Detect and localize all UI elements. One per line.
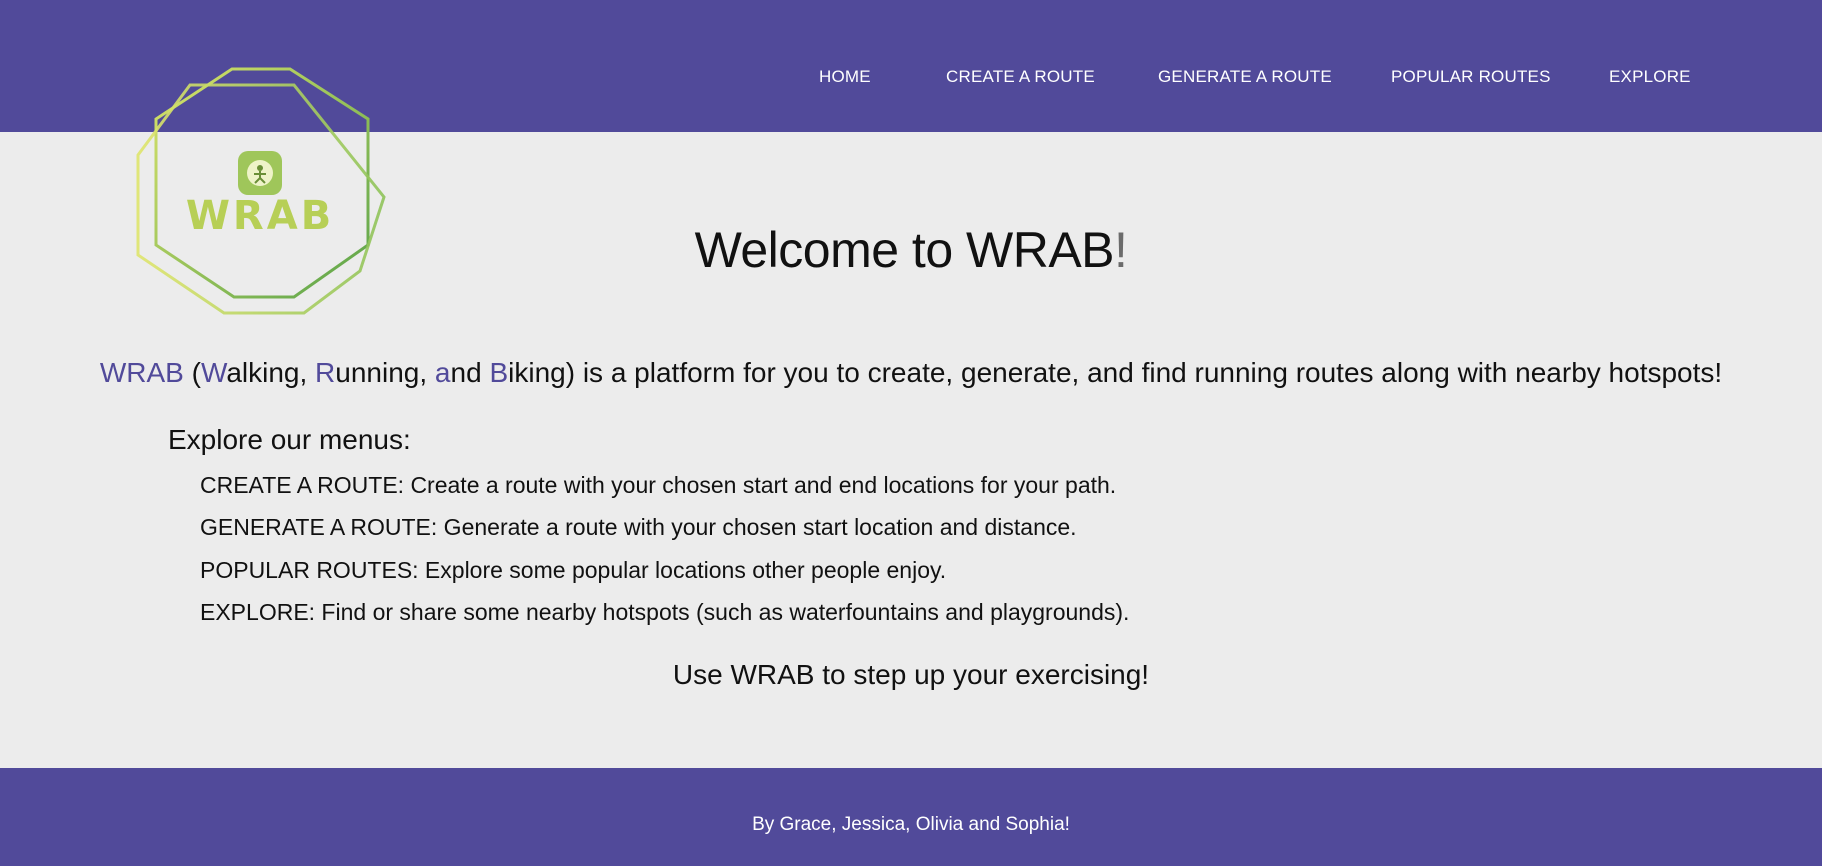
page-title: Welcome to WRAB! bbox=[0, 220, 1822, 280]
intro-letter-b: B bbox=[489, 357, 509, 388]
menu-description-create: CREATE A ROUTE: Create a route with your… bbox=[200, 472, 1117, 498]
menu-description-popular: POPULAR ROUTES: Explore some popular loc… bbox=[200, 557, 947, 583]
footer-credits: By Grace, Jessica, Olivia and Sophia! bbox=[752, 814, 1070, 835]
intro-text: alking, bbox=[226, 357, 316, 388]
nav-explore[interactable]: EXPLORE bbox=[1609, 67, 1691, 87]
intro-text: is a platform for you to create, generat… bbox=[575, 357, 1723, 388]
nav-generate-route[interactable]: GENERATE A ROUTE bbox=[1158, 67, 1332, 87]
menu-description-explore: EXPLORE: Find or share some nearby hotsp… bbox=[200, 599, 1130, 625]
intro-letter-w: W bbox=[200, 357, 227, 388]
intro-paragraph: WRAB (Walking, Running, and Biking) is a… bbox=[0, 355, 1822, 391]
nav-create-route[interactable]: CREATE A ROUTE bbox=[946, 67, 1095, 87]
nav-home[interactable]: HOME bbox=[819, 67, 871, 87]
intro-brand: WRAB bbox=[99, 357, 184, 388]
intro-text: ( bbox=[183, 357, 201, 388]
menu-description-generate: GENERATE A ROUTE: Generate a route with … bbox=[200, 514, 1077, 540]
nav-popular-routes[interactable]: POPULAR ROUTES bbox=[1391, 67, 1551, 87]
intro-text: iking) bbox=[508, 357, 576, 388]
title-exclamation: ! bbox=[1114, 222, 1128, 278]
intro-letter-r: R bbox=[315, 357, 336, 388]
title-text: Welcome to WRAB bbox=[694, 222, 1115, 278]
intro-letter-a: a bbox=[434, 357, 451, 388]
intro-text: unning, bbox=[335, 357, 435, 388]
intro-text: nd bbox=[450, 357, 490, 388]
call-to-action: Use WRAB to step up your exercising! bbox=[672, 659, 1150, 690]
menus-heading: Explore our menus: bbox=[168, 424, 411, 455]
